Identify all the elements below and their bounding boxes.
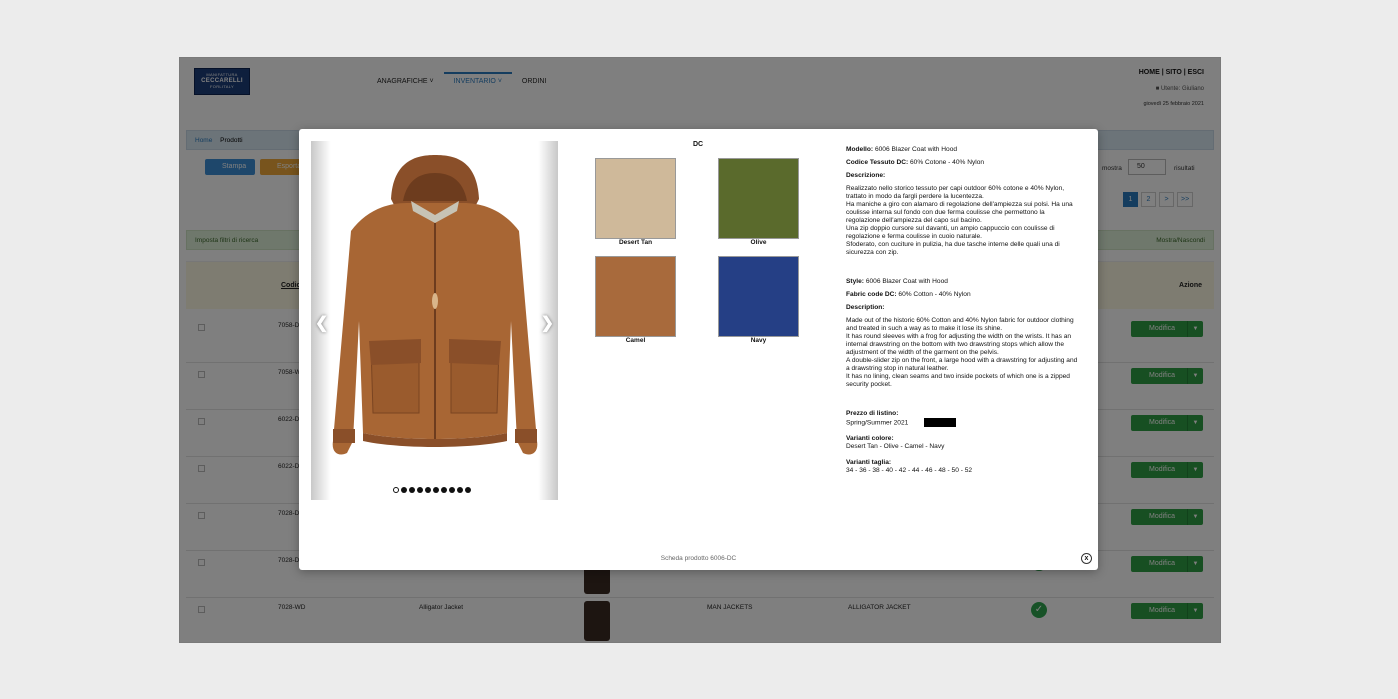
swatch-desert-tan[interactable]	[595, 158, 676, 239]
swatch-olive[interactable]	[718, 158, 799, 239]
fabric-code-title: DC	[693, 141, 704, 148]
swatch-camel[interactable]	[595, 256, 676, 337]
gallery-dot[interactable]	[465, 487, 471, 493]
close-button[interactable]: x	[1081, 553, 1092, 564]
product-modal: ❮ ❯ DC Desert Tan Olive Camel Navy Modello:…	[299, 129, 1098, 570]
swatch-label: Desert Tan	[618, 239, 653, 246]
jacket-image	[332, 155, 538, 455]
size-variants-value: 34 - 36 - 38 - 40 - 42 - 44 - 46 - 48 - …	[846, 467, 973, 475]
product-gallery: ❮ ❯	[311, 141, 558, 500]
gallery-dot[interactable]	[417, 487, 423, 493]
model-value: 6006 Blazer Coat with Hood	[874, 146, 958, 153]
style-value: 6006 Blazer Coat with Hood	[865, 278, 948, 285]
price-label: Prezzo di listino:	[846, 410, 899, 417]
fabric-label-it: Codice Tessuto DC:	[846, 159, 909, 166]
fabric-value-it: 60% Cotone - 40% Nylon	[910, 159, 985, 166]
swatch-label: Olive	[750, 239, 767, 246]
model-label: Modello:	[846, 146, 874, 153]
gallery-next-arrow[interactable]: ❯	[541, 313, 554, 333]
description-label-it: Descrizione:	[846, 172, 886, 179]
modal-footer: Scheda prodotto 6006-DC	[660, 555, 737, 562]
redacted-price	[924, 418, 957, 427]
season-value: Spring/Summer 2021	[846, 419, 909, 427]
description-text-it: Realizzato nello storico tessuto per cap…	[846, 185, 1073, 256]
gallery-dot[interactable]	[425, 487, 431, 493]
swatch-label: Camel	[625, 337, 646, 344]
gallery-dots	[393, 487, 471, 493]
gallery-dot[interactable]	[409, 487, 415, 493]
swatch-navy[interactable]	[718, 256, 799, 337]
gallery-dot[interactable]	[441, 487, 447, 493]
description-label-en: Description:	[846, 304, 885, 311]
size-variants-label: Varianti taglia:	[846, 459, 892, 467]
swatch-label: Navy	[750, 337, 767, 344]
product-info: Modello: 6006 Blazer Coat with Hood Codi…	[846, 146, 1078, 480]
description-text-en: Made out of the historic 60% Cotton and …	[846, 317, 1078, 388]
gallery-prev-arrow[interactable]: ❮	[315, 313, 328, 333]
gallery-dot[interactable]	[449, 487, 455, 493]
gallery-dot[interactable]	[457, 487, 463, 493]
fabric-value-en: 60% Cotton - 40% Nylon	[898, 291, 971, 298]
color-variants-label: Varianti colore:	[846, 435, 894, 443]
style-label: Style:	[846, 278, 864, 285]
gallery-dot[interactable]	[433, 487, 439, 493]
gallery-dot[interactable]	[401, 487, 407, 493]
gallery-dot[interactable]	[393, 487, 399, 493]
color-variants-value: Desert Tan - Olive - Camel - Navy	[846, 443, 945, 451]
fabric-label-en: Fabric code DC:	[846, 291, 897, 298]
